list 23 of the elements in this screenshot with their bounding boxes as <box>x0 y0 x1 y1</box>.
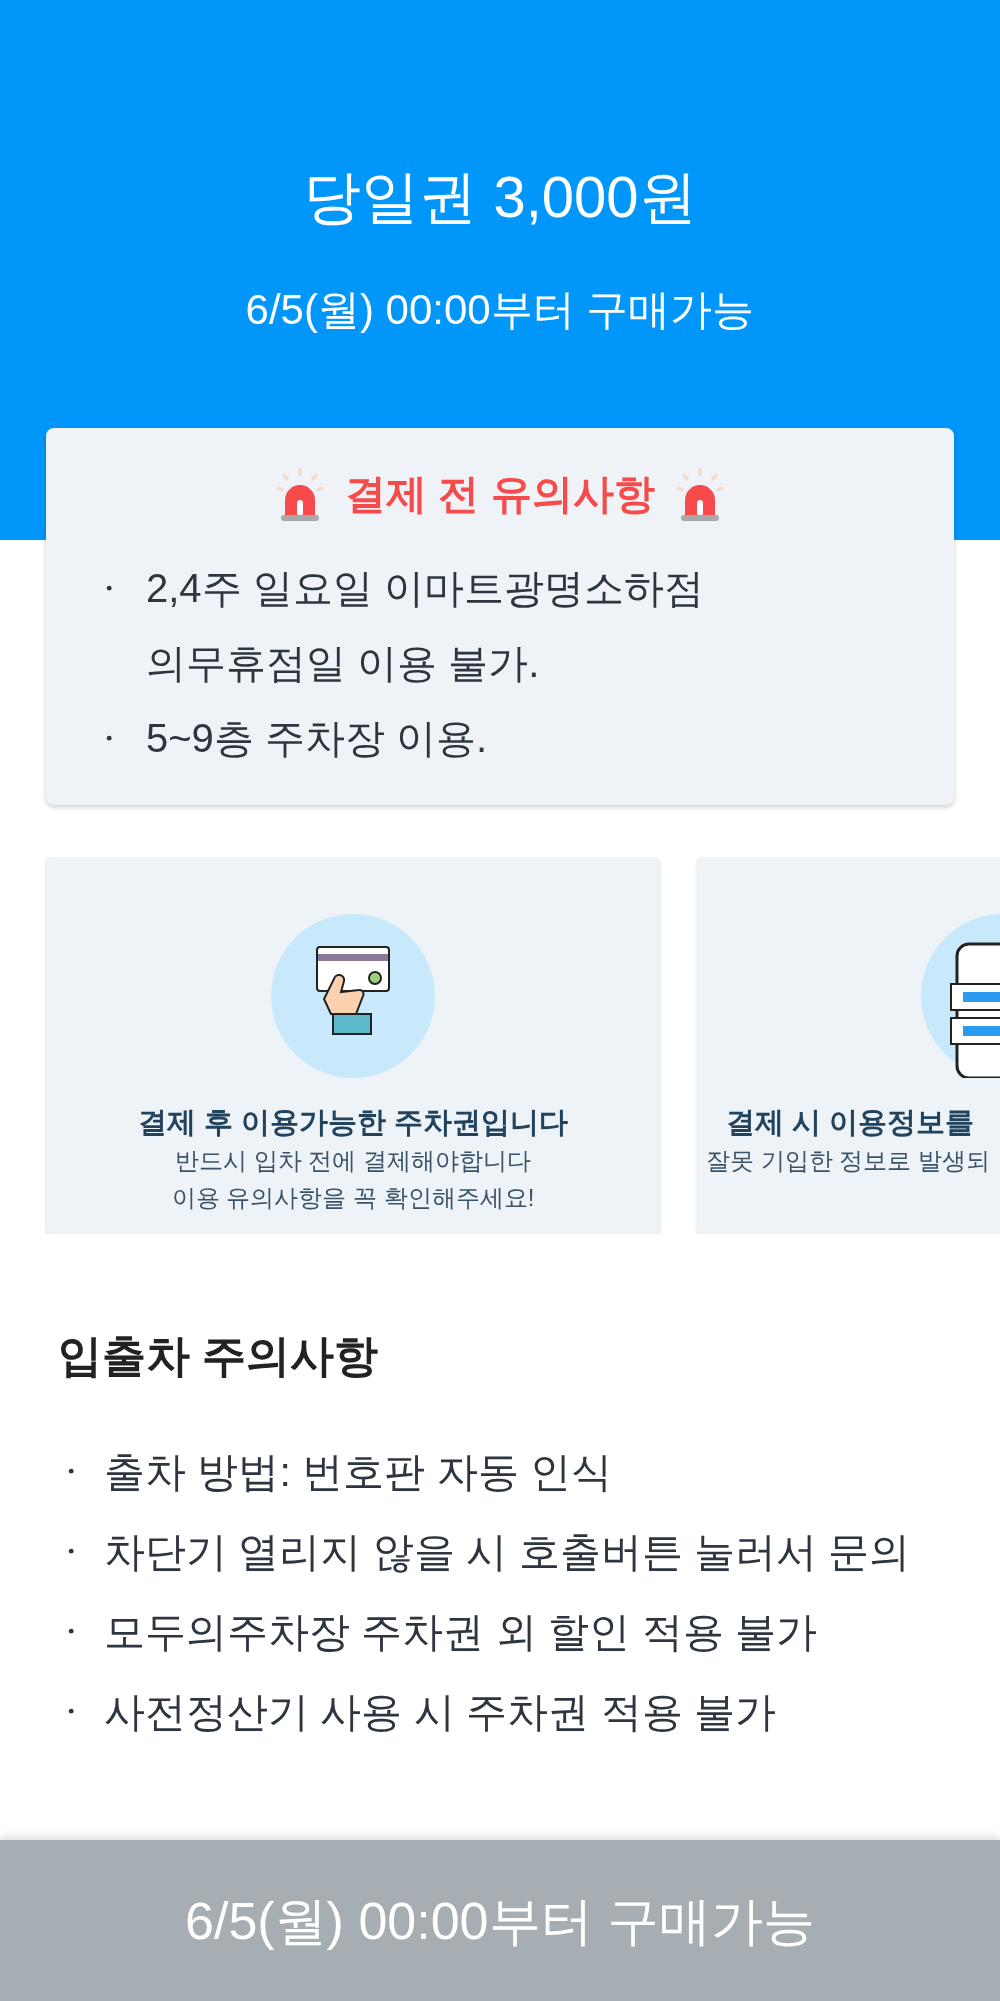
bullet-icon <box>106 735 114 743</box>
caution-text: 차단기 열리지 않을 시 호출버튼 눌러서 문의 <box>104 1528 911 1577</box>
bullet-icon <box>68 1628 76 1636</box>
caution-text: 출차 방법: 번호판 자동 인식 <box>104 1448 612 1497</box>
notice-title: 결제 전 유의사항 <box>345 470 655 519</box>
card-title: 결제 후 이용가능한 주차권입니다 <box>137 1105 569 1140</box>
ticket-title: 당일권 3,000원 <box>303 163 697 231</box>
caution-text: 사전정산기 사용 시 주차권 적용 불가 <box>104 1688 776 1737</box>
notice-text: 5~9층 주차장 이용. <box>146 715 488 762</box>
bullet-icon <box>106 585 114 593</box>
notice-text: 2,4주 일요일 이마트광명소하점 의무휴점일 이용 불가. <box>146 565 704 687</box>
ticket-subtitle: 6/5(월) 00:00부터 구매가능 <box>245 285 755 335</box>
bullet-icon <box>68 1708 76 1716</box>
card-description: 반드시 입차 전에 결제해야합니다 이용 유의사항을 꼭 확인해주세요! <box>171 1146 535 1213</box>
bullet-icon <box>68 1548 76 1556</box>
caution-text: 모두의주차장 주차권 외 할인 적용 불가 <box>104 1608 817 1657</box>
card-title: 결제 시 이용정보를 <box>726 1105 975 1140</box>
siren-icon <box>275 466 326 522</box>
card-description: 잘못 기입한 정보로 발생되 <box>706 1146 990 1176</box>
siren-icon <box>674 466 725 522</box>
card-payment-icon <box>271 914 435 1078</box>
section-heading: 입출차 주의사항 <box>58 1330 380 1382</box>
bullet-icon <box>68 1468 76 1476</box>
